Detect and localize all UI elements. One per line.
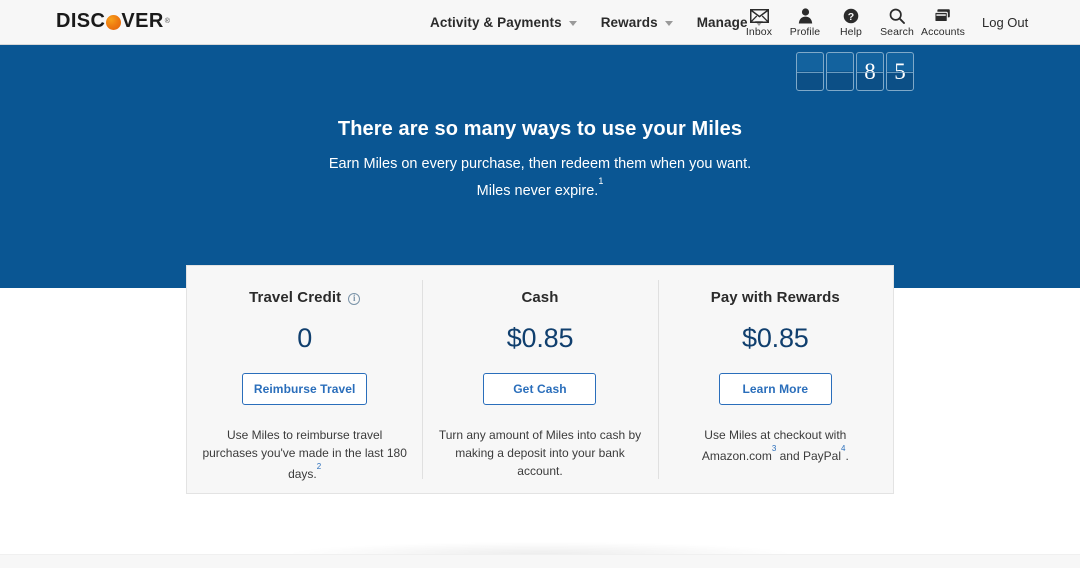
option-column-travel-credit: Travel Credit i 0 Reimburse Travel Use M… xyxy=(187,266,422,493)
person-icon xyxy=(798,7,813,24)
nav-item-inbox[interactable]: Inbox xyxy=(736,7,782,38)
odometer-digit: 5 xyxy=(886,52,914,91)
nav-icon-label: Accounts xyxy=(921,26,965,38)
pay-with-rewards-value: $0.85 xyxy=(742,323,809,353)
logo-trademark: ® xyxy=(164,17,171,25)
description-footnote-marker-paypal: 4 xyxy=(841,444,846,453)
info-icon[interactable]: i xyxy=(348,292,361,305)
main-navigation: Activity & Payments Rewards Manage xyxy=(430,0,763,45)
reimburse-travel-button[interactable]: Reimburse Travel xyxy=(242,373,368,405)
column-description: Turn any amount of Miles into cash by ma… xyxy=(437,426,643,480)
learn-more-button[interactable]: Learn More xyxy=(718,373,832,405)
discover-logo[interactable]: DISC VER ® xyxy=(56,11,170,31)
travel-credit-value: 0 xyxy=(297,323,313,353)
page-bottom-strip xyxy=(0,554,1080,568)
column-title: Travel Credit i xyxy=(187,289,422,306)
hero-subtitle-line-1: Earn Miles on every purchase, then redee… xyxy=(328,156,752,172)
miles-odometer-counter: 8 5 xyxy=(796,52,914,91)
log-out-button[interactable]: Log Out xyxy=(982,15,1028,30)
column-title-label: Pay with Rewards xyxy=(710,289,840,306)
nav-item-search[interactable]: Search xyxy=(874,7,920,38)
description-line-1: Turn any amount of Miles into cash by xyxy=(438,428,642,442)
nav-item-accounts[interactable]: Accounts xyxy=(920,7,966,38)
description-footnote-marker: 2 xyxy=(316,462,322,471)
column-title: Cash xyxy=(422,289,657,306)
description-conjunction: and PayPal xyxy=(776,449,842,463)
chevron-down-icon xyxy=(568,21,577,26)
column-description: Use Miles at checkout with Amazon.com3 a… xyxy=(672,426,878,465)
column-title: Pay with Rewards xyxy=(658,289,893,306)
nav-item-rewards[interactable]: Rewards xyxy=(601,15,673,30)
column-title-label: Travel Credit xyxy=(249,289,342,306)
chevron-down-icon xyxy=(664,21,673,26)
nav-label: Rewards xyxy=(600,15,658,30)
discover-orange-circle-icon xyxy=(105,14,121,30)
utility-icon-navigation: Inbox Profile ? Help Search Accounts xyxy=(736,0,966,45)
svg-text:?: ? xyxy=(848,11,854,23)
question-circle-icon: ? xyxy=(843,7,859,24)
description-line-1: Use Miles at checkout with xyxy=(704,428,847,442)
logo-text-post: VER xyxy=(121,10,164,32)
description-line-3: account. xyxy=(517,464,563,478)
site-header: DISC VER ® Activity & Payments Rewards M… xyxy=(0,0,1080,45)
column-title-label: Cash xyxy=(521,289,559,306)
nav-icon-label: Help xyxy=(840,26,862,38)
column-description: Use Miles to reimburse travel purchases … xyxy=(202,426,408,483)
option-column-pay-with-rewards: Pay with Rewards $0.85 Learn More Use Mi… xyxy=(657,266,893,493)
hero-banner: 8 5 There are so many ways to use your M… xyxy=(0,45,1080,288)
nav-label: Activity & Payments xyxy=(430,15,562,30)
cash-value: $0.85 xyxy=(506,323,574,353)
search-icon xyxy=(889,7,905,24)
get-cash-button[interactable]: Get Cash xyxy=(483,373,597,405)
nav-item-activity-payments[interactable]: Activity & Payments xyxy=(430,15,577,30)
nav-item-profile[interactable]: Profile xyxy=(782,7,828,38)
hero-title: There are so many ways to use your Miles xyxy=(337,118,743,140)
option-column-cash: Cash $0.85 Get Cash Turn any amount of M… xyxy=(422,266,657,493)
odometer-digit: 8 xyxy=(856,52,884,91)
description-footnote-marker-amazon: 3 xyxy=(771,444,777,453)
odometer-digit xyxy=(826,52,854,91)
logo-text-pre: DISC xyxy=(56,10,106,32)
description-line-2: making a deposit into your bank xyxy=(455,446,625,460)
nav-item-help[interactable]: ? Help xyxy=(828,7,874,38)
hero-subtitle: Earn Miles on every purchase, then redee… xyxy=(0,153,1080,202)
nav-icon-label: Search xyxy=(880,26,914,38)
envelope-icon xyxy=(749,7,769,24)
hero-footnote-marker: 1 xyxy=(598,176,604,187)
cards-icon xyxy=(934,7,952,24)
description-period: . xyxy=(845,449,849,463)
page-bottom-shadow xyxy=(290,542,790,554)
redemption-options-card: Travel Credit i 0 Reimburse Travel Use M… xyxy=(186,265,894,494)
hero-subtitle-line-2: Miles never expire. xyxy=(476,182,599,199)
odometer-digit xyxy=(796,52,824,91)
nav-icon-label: Profile xyxy=(789,26,821,38)
description-line-2: you've made in the last 180 days. xyxy=(261,446,407,481)
description-amazon: Amazon.com xyxy=(701,449,772,463)
nav-icon-label: Inbox xyxy=(745,26,773,38)
